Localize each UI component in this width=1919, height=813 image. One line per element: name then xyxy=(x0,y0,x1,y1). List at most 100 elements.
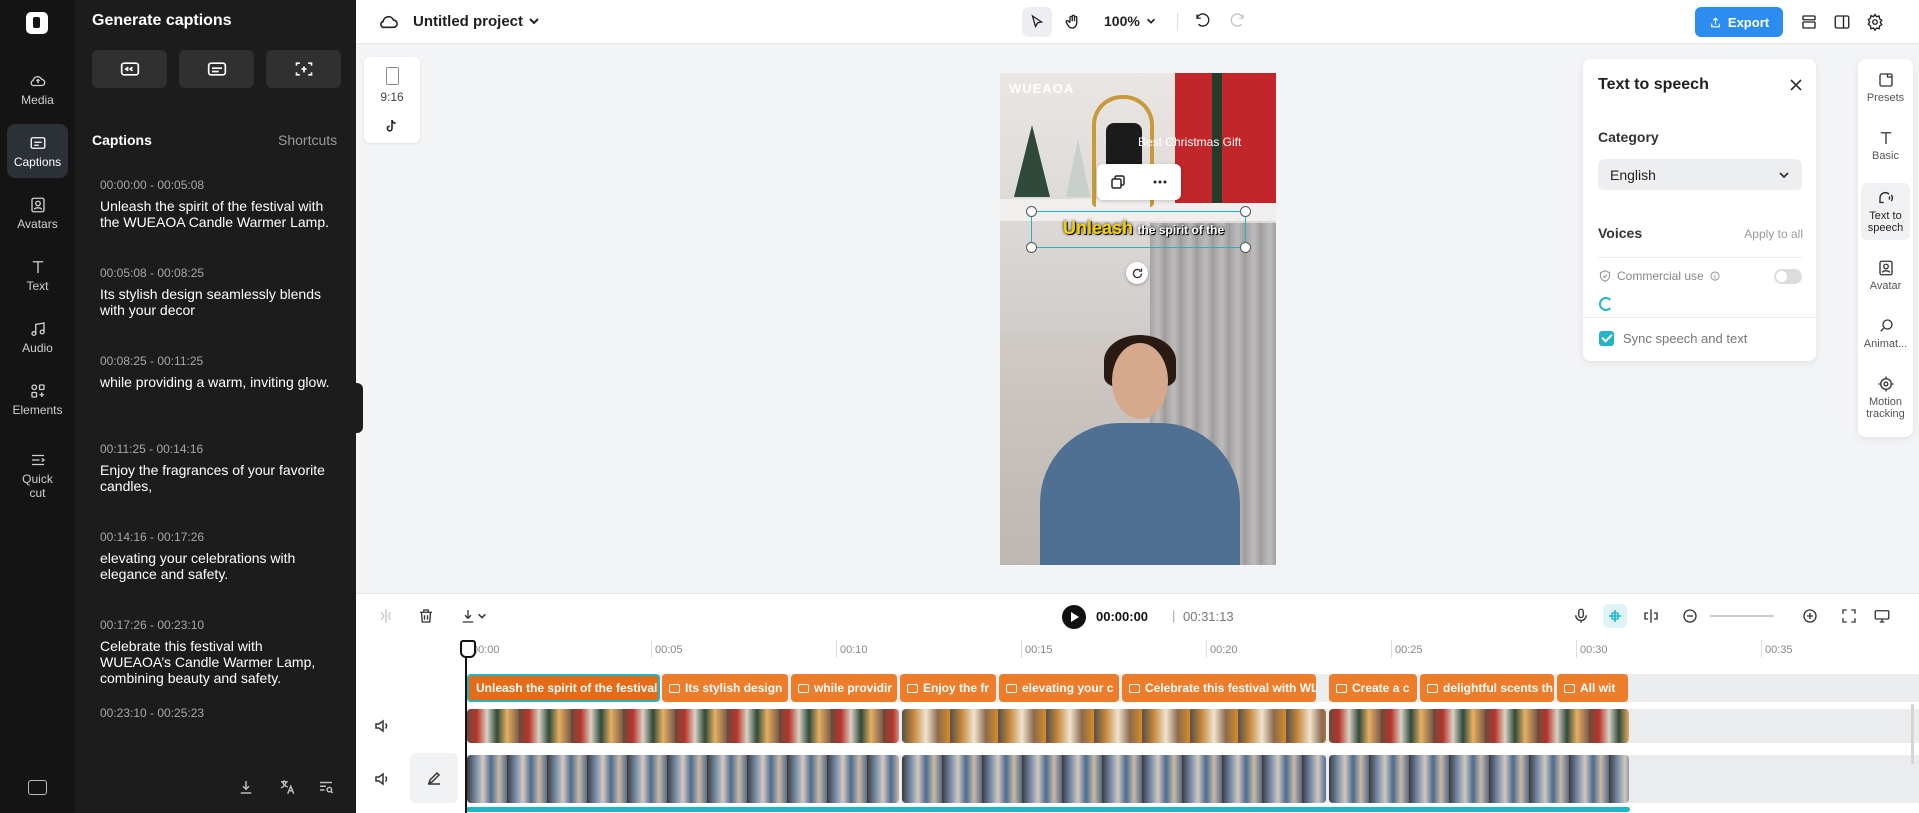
info-icon[interactable] xyxy=(1710,271,1720,281)
cloud-save-icon[interactable] xyxy=(378,12,400,30)
caption-item[interactable]: 00:14:16 - 00:17:26 elevating your celebr… xyxy=(75,522,356,610)
aspect-ratio-selector[interactable]: 9:16 xyxy=(364,57,420,143)
caption-clip[interactable]: delightful scents th xyxy=(1420,674,1554,702)
magnet-snap-button[interactable] xyxy=(1603,604,1627,628)
caption-clip[interactable]: Its stylish design xyxy=(662,674,788,702)
caption-text[interactable]: Unleash the spirit of the festival with … xyxy=(100,198,331,230)
caption-item[interactable]: 00:11:25 - 00:14:16 Enjoy the fragrances … xyxy=(75,434,356,522)
app-logo-icon[interactable] xyxy=(26,12,48,34)
project-title[interactable]: Untitled project xyxy=(413,13,523,30)
more-options-icon[interactable] xyxy=(1152,174,1168,190)
keyboard-icon[interactable] xyxy=(28,780,47,795)
caption-style-button-2[interactable] xyxy=(179,50,254,88)
prop-tab-avatar[interactable]: Avatar xyxy=(1858,259,1913,292)
auto-caption-button[interactable] xyxy=(266,50,341,88)
caption-item[interactable]: 00:08:25 - 00:11:25 while providing a war… xyxy=(75,346,356,434)
resize-handle[interactable] xyxy=(1026,206,1037,217)
caption-item[interactable]: 00:05:08 - 00:08:25 Its stylish design se… xyxy=(75,258,356,346)
zoom-slider[interactable] xyxy=(1710,615,1774,617)
rail-item-quick-cut[interactable]: Quick cut xyxy=(7,440,68,510)
download-menu-button[interactable] xyxy=(456,606,490,626)
caption-clip[interactable]: while providir xyxy=(791,674,897,702)
zoom-out-button[interactable] xyxy=(1680,606,1700,626)
video-clip[interactable] xyxy=(902,709,1326,743)
audio-track-strip[interactable] xyxy=(466,807,1630,812)
prop-tab-motion-tracking[interactable]: Motion tracking xyxy=(1858,375,1913,420)
prop-tab-animation[interactable]: Animat... xyxy=(1858,317,1913,350)
caption-clip[interactable]: All wit xyxy=(1557,674,1628,702)
video-clip[interactable] xyxy=(1329,709,1629,743)
play-button[interactable] xyxy=(1062,605,1086,629)
rail-item-media[interactable]: Media xyxy=(7,62,68,116)
export-button[interactable]: Export xyxy=(1695,7,1783,37)
rotate-handle[interactable] xyxy=(1126,262,1148,284)
playhead[interactable] xyxy=(460,640,476,813)
commercial-use-toggle[interactable] xyxy=(1774,269,1802,284)
track-edit-button[interactable] xyxy=(410,753,460,803)
caption-clip[interactable]: elevating your c xyxy=(999,674,1119,702)
record-voice-button[interactable] xyxy=(1571,606,1591,626)
timeline-scrollbar[interactable] xyxy=(1911,704,1914,764)
split-view-button[interactable] xyxy=(1641,606,1661,626)
layout-button[interactable] xyxy=(1827,7,1857,37)
zoom-in-button[interactable] xyxy=(1800,606,1820,626)
sync-checkbox[interactable] xyxy=(1599,331,1614,346)
rail-item-captions[interactable]: Captions xyxy=(7,124,68,178)
caption-text[interactable]: Enjoy the fragrances of your favorite ca… xyxy=(100,462,331,494)
caption-clip[interactable]: Unleash the spirit of the festival xyxy=(467,674,660,702)
caption-clip[interactable]: Create a c xyxy=(1329,674,1417,702)
caption-text[interactable]: Celebrate this festival with WUEAOA’s Ca… xyxy=(100,638,331,686)
caption-text[interactable]: elevating your celebrations with eleganc… xyxy=(100,550,331,582)
select-tool-button[interactable] xyxy=(1022,7,1052,37)
rail-item-text[interactable]: Text xyxy=(7,248,68,302)
prop-tab-basic[interactable]: Basic xyxy=(1858,129,1913,162)
split-button[interactable] xyxy=(376,606,396,626)
resize-handle[interactable] xyxy=(1240,242,1251,253)
rail-item-audio[interactable]: Audio xyxy=(7,310,68,364)
video-preview[interactable]: WUEAOA Best Christmas Gift xyxy=(1000,73,1276,565)
prop-tab-text-to-speech[interactable]: Text to speech xyxy=(1861,183,1910,240)
resize-handle[interactable] xyxy=(1240,206,1251,217)
undo-button[interactable] xyxy=(1188,7,1218,37)
video-clip[interactable] xyxy=(1329,755,1629,803)
zoom-level[interactable]: 100% xyxy=(1104,13,1140,29)
apply-to-all-button[interactable]: Apply to all xyxy=(1703,227,1803,241)
layers-button[interactable] xyxy=(1794,7,1824,37)
close-icon[interactable] xyxy=(1788,77,1804,93)
download-captions-button[interactable] xyxy=(235,776,257,798)
time-ruler[interactable]: 00:00 00:05 00:10 00:15 00:20 00:25 00:3… xyxy=(356,638,1919,662)
redo-button[interactable] xyxy=(1222,7,1252,37)
caption-clip[interactable]: Enjoy the fr xyxy=(900,674,996,702)
timeline-settings-button[interactable] xyxy=(1872,606,1892,626)
panel-collapse-handle[interactable] xyxy=(353,383,363,433)
rail-item-avatars[interactable]: Avatars xyxy=(7,186,68,240)
video-clip[interactable] xyxy=(902,755,1326,803)
video-clip[interactable] xyxy=(467,755,899,803)
rail-item-elements[interactable]: Elements xyxy=(7,372,68,426)
speaker-icon[interactable] xyxy=(374,718,390,734)
resize-handle[interactable] xyxy=(1026,242,1037,253)
find-replace-button[interactable] xyxy=(315,776,337,798)
caption-item[interactable]: 00:17:26 - 00:23:10 Celebrate this festiv… xyxy=(75,610,356,698)
chevron-down-icon[interactable] xyxy=(1145,15,1157,27)
caption-style-button-1[interactable] xyxy=(92,50,167,88)
caption-text[interactable]: Its stylish design seamlessly blends wit… xyxy=(100,286,331,318)
hand-tool-button[interactable] xyxy=(1058,7,1088,37)
caption-text[interactable]: while providing a warm, inviting glow. xyxy=(100,374,331,390)
sync-speech-row[interactable]: Sync speech and text xyxy=(1599,331,1747,346)
video-clip[interactable] xyxy=(467,709,899,743)
caption-item[interactable]: 00:23:10 - 00:25:23 xyxy=(75,698,356,750)
shortcuts-link[interactable]: Shortcuts xyxy=(278,132,337,148)
delete-button[interactable] xyxy=(416,606,436,626)
caption-clip[interactable]: Celebrate this festival with WL xyxy=(1122,674,1316,702)
settings-button[interactable] xyxy=(1860,7,1890,37)
duplicate-icon[interactable] xyxy=(1110,174,1126,190)
caption-item[interactable]: 00:00:00 - 00:05:08 Unleash the spirit of… xyxy=(75,170,356,258)
prop-tab-presets[interactable]: Presets xyxy=(1858,71,1913,104)
tiktok-icon[interactable] xyxy=(386,119,398,133)
category-select[interactable]: English xyxy=(1598,159,1802,190)
fit-timeline-button[interactable] xyxy=(1839,606,1859,626)
chevron-down-icon[interactable] xyxy=(527,14,541,28)
speaker-icon[interactable] xyxy=(374,771,390,787)
translate-button[interactable] xyxy=(276,776,298,798)
